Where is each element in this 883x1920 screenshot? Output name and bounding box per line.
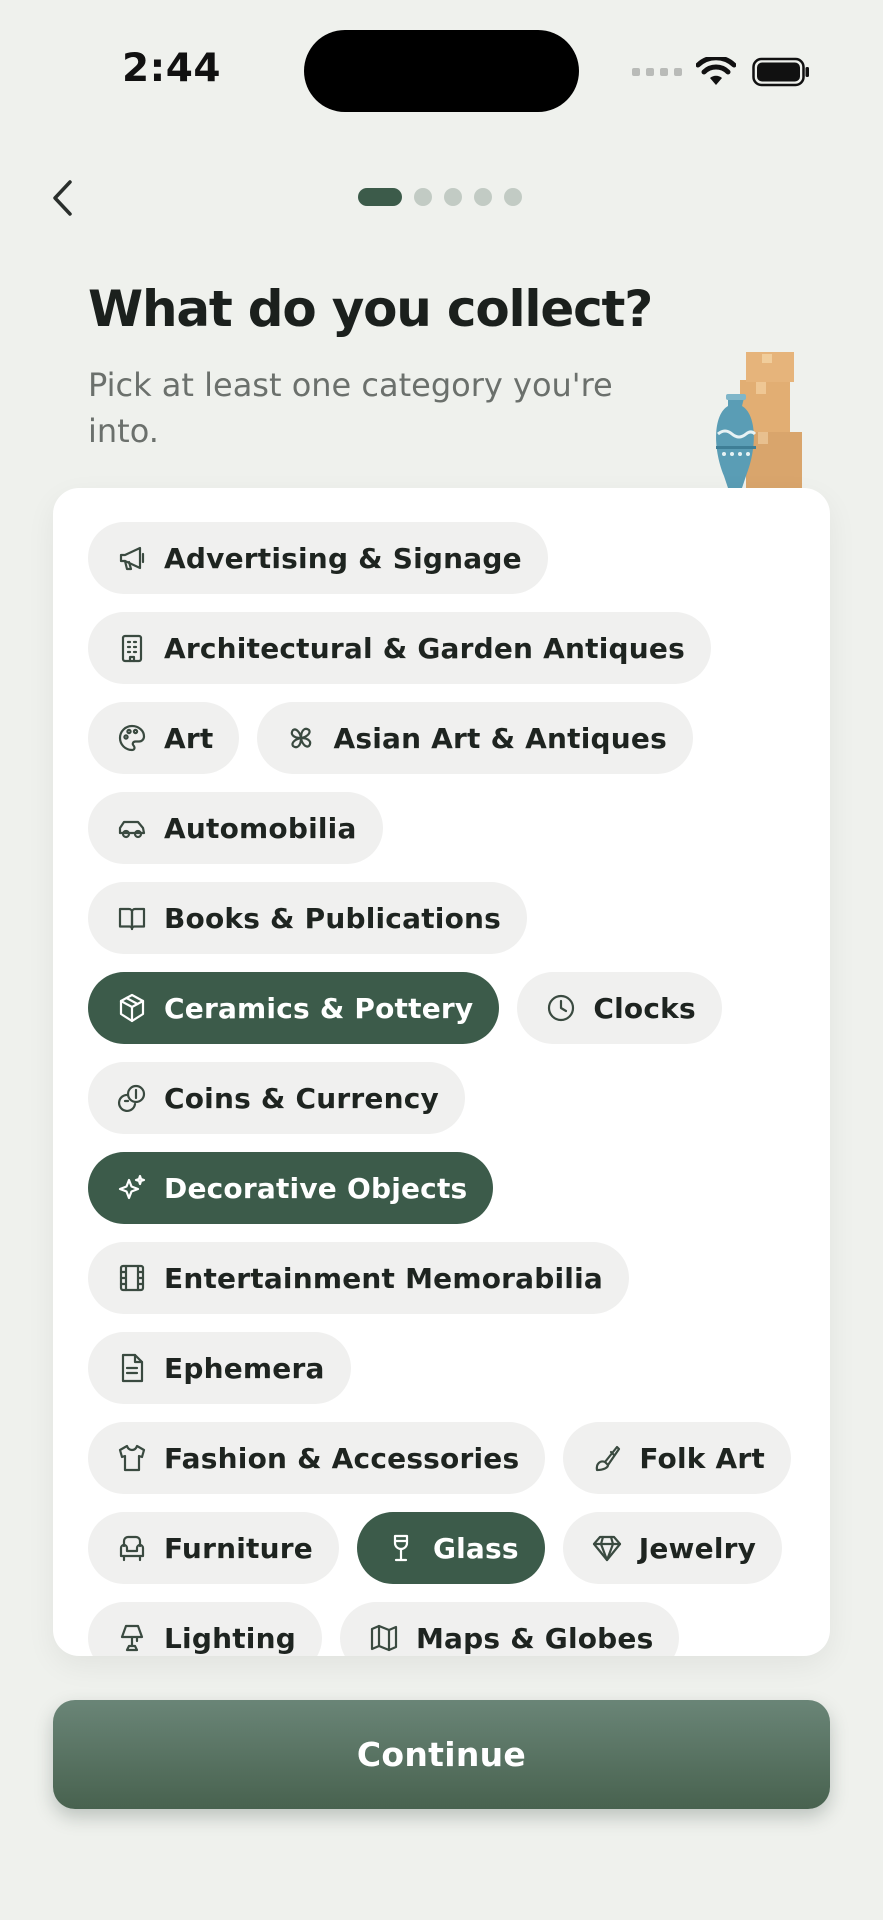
progress-dot [414,188,432,206]
category-chip-label: Decorative Objects [164,1171,468,1205]
status-icons [632,52,810,92]
shirt-icon [116,1442,148,1474]
category-chip[interactable]: Clocks [517,972,722,1044]
gem-icon [591,1532,623,1564]
page-subtitle: Pick at least one category you're into. [88,366,613,450]
category-chip[interactable]: Books & Publications [88,882,528,954]
category-chip-label: Architectural & Garden Antiques [164,631,685,665]
category-chip[interactable]: Asian Art & Antiques [257,702,693,774]
category-chip-label: Ceramics & Pottery [164,991,474,1025]
dynamic-island [304,30,579,112]
category-chip[interactable]: Coins & Currency [88,1062,465,1134]
category-chip-label: Advertising & Signage [164,541,522,575]
category-chip-label: Furniture [164,1531,313,1565]
document-icon [116,1352,148,1384]
brush-icon [591,1442,623,1474]
category-chip[interactable]: Art [88,702,240,774]
category-chip-label: Lighting [164,1621,296,1655]
page-title: What do you collect? [88,280,653,338]
wifi-icon [696,57,736,85]
category-chip-label: Art [164,721,214,755]
category-chip-label: Maps & Globes [415,1621,654,1655]
category-chip[interactable]: Lighting [88,1602,322,1656]
category-chip[interactable]: Furniture [88,1512,339,1584]
category-chip-label: Books & Publications [164,901,502,935]
battery-icon [752,57,809,87]
cellular-signal-icon [632,68,682,76]
category-chip-label: Jewelry [638,1531,757,1565]
map-icon [368,1622,400,1654]
back-button[interactable] [46,176,78,220]
palette-icon [116,722,148,754]
category-chip-label: Coins & Currency [164,1081,439,1115]
category-chip-label: Ephemera [164,1351,325,1385]
category-chip[interactable]: Advertising & Signage [88,522,548,594]
building-icon [116,632,148,664]
category-chip-label: Folk Art [639,1441,766,1475]
vase-and-boxes-illustration [716,352,802,488]
package-icon [116,992,148,1024]
category-chip-selected[interactable]: Glass [356,1512,545,1584]
category-chip-label: Entertainment Memorabilia [164,1261,603,1295]
category-chip-selected[interactable]: Decorative Objects [88,1152,494,1224]
category-chip[interactable]: Architectural & Garden Antiques [88,612,711,684]
category-chip[interactable]: Automobilia [88,792,383,864]
armchair-icon [116,1532,148,1564]
wine-glass-icon [385,1532,417,1564]
pinwheel-icon [285,722,317,754]
open-book-icon [116,902,148,934]
category-chip-selected[interactable]: Ceramics & Pottery [88,972,500,1044]
category-chip-label: Asian Art & Antiques [333,721,667,755]
category-list-card[interactable]: Advertising & Signage Architectural & Gar… [53,488,830,1656]
coins-icon [116,1082,148,1114]
category-chip[interactable]: Folk Art [563,1422,792,1494]
step-progress-indicator [358,188,522,206]
category-chip[interactable]: Fashion & Accessories [88,1422,546,1494]
category-chip-label: Glass [432,1531,519,1565]
category-chip-label: Fashion & Accessories [164,1441,520,1475]
megaphone-icon [116,542,148,574]
status-time: 2:44 [122,46,222,91]
film-icon [116,1262,148,1294]
continue-button[interactable]: Continue [53,1700,830,1809]
clock-icon [545,992,577,1024]
lamp-icon [116,1622,148,1654]
car-icon [116,812,148,844]
category-chip-label: Clocks [593,991,696,1025]
sparkles-icon [116,1172,148,1204]
category-chip-label: Automobilia [164,811,357,845]
progress-dot-active [358,188,402,206]
progress-dot [504,188,522,206]
category-chip-group: Advertising & Signage Architectural & Gar… [53,488,830,1656]
category-chip[interactable]: Ephemera [88,1332,351,1404]
progress-dot [474,188,492,206]
category-chip[interactable]: Entertainment Memorabilia [88,1242,629,1314]
category-chip[interactable]: Jewelry [562,1512,783,1584]
progress-dot [444,188,462,206]
category-chip[interactable]: Maps & Globes [339,1602,680,1656]
